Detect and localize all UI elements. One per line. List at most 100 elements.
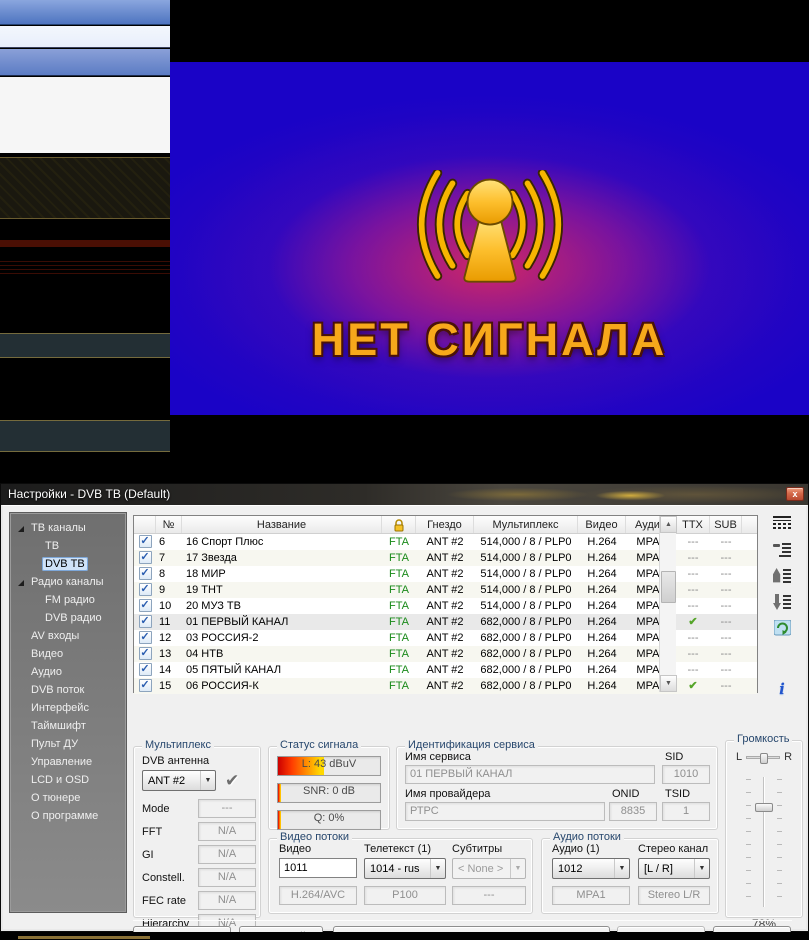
chevron-down-icon: ▼ xyxy=(430,859,445,878)
column-header xyxy=(134,516,156,533)
move-up-icon[interactable] xyxy=(769,568,795,588)
teletext-status: --- xyxy=(676,566,710,582)
channel-number: 7 xyxy=(156,550,182,566)
video-codec: H.264 xyxy=(578,614,626,630)
sidebar-item-интерфейс[interactable]: Интерфейс xyxy=(10,699,126,717)
mux-param-value: N/A xyxy=(198,822,256,841)
antenna-select[interactable]: ANT #2▼ xyxy=(142,770,216,791)
fta-status: FTA xyxy=(382,550,416,566)
channel-grid-icon[interactable] xyxy=(769,516,795,536)
fta-status: FTA xyxy=(382,630,416,646)
channel-checkbox[interactable]: ✓ xyxy=(134,598,156,614)
channel-checkbox[interactable]: ✓ xyxy=(134,614,156,630)
channel-name: 03 РОССИЯ-2 xyxy=(182,630,382,646)
dvb-antenna-label: DVB антенна xyxy=(142,755,260,767)
sidebar-item-аудио[interactable]: Аудио xyxy=(10,663,126,681)
sidebar-item-управление[interactable]: Управление xyxy=(10,753,126,771)
video-codec: H.264 xyxy=(578,566,626,582)
channel-name: 16 Спорт Плюс xyxy=(182,534,382,550)
teletext-select[interactable]: 1014 - rus▼ xyxy=(364,858,446,879)
channel-checkbox[interactable]: ✓ xyxy=(134,646,156,662)
sidebar-item-lcd-и-osd[interactable]: LCD и OSD xyxy=(10,771,126,789)
dialog-body: ТВ каналыТВDVB ТВРадио каналыFM радиоDVB… xyxy=(1,505,808,931)
multiplex-info: 514,000 / 8 / PLP0 xyxy=(474,550,578,566)
audio-streams-title: Аудио потоки xyxy=(550,831,624,843)
signal-level-text: L: 43 dBuV xyxy=(278,758,380,770)
channel-number: 10 xyxy=(156,598,182,614)
scroll-down-button[interactable]: ▼ xyxy=(660,675,677,692)
divider xyxy=(133,920,792,921)
mux-param-value: N/A xyxy=(198,891,256,910)
sidebar-item-dvb-тв[interactable]: DVB ТВ xyxy=(10,555,126,573)
channel-name: 04 НТВ xyxy=(182,646,382,662)
sidebar-item-о-тюнере[interactable]: О тюнере xyxy=(10,789,126,807)
channel-checkbox[interactable]: ✓ xyxy=(134,566,156,582)
audio-streams-groupbox: Аудио потоки Аудио (1) Стерео канал 1012… xyxy=(541,838,719,914)
no-signal-text: НЕТ СИГНАЛА xyxy=(170,314,809,366)
remove-from-list-icon[interactable] xyxy=(769,542,795,562)
sidebar-item-о-программе[interactable]: О программе xyxy=(10,807,126,825)
video-pid-input[interactable]: 1011 xyxy=(279,858,357,878)
move-down-icon[interactable] xyxy=(769,594,795,614)
multiplex-info: 682,000 / 8 / PLP0 xyxy=(474,630,578,646)
sidebar-item-dvb-радио[interactable]: DVB радио xyxy=(10,609,126,627)
mux-param-value: N/A xyxy=(198,868,256,887)
dialog-titlebar[interactable]: Настройки - DVB ТВ (Default) x xyxy=(1,484,808,505)
channel-checkbox[interactable]: ✓ xyxy=(134,678,156,694)
channel-checkbox[interactable]: ✓ xyxy=(134,630,156,646)
dialog-title: Настройки - DVB ТВ (Default) xyxy=(8,487,170,501)
info-icon[interactable]: i xyxy=(769,680,795,700)
sidebar-item-dvb-поток[interactable]: DVB поток xyxy=(10,681,126,699)
sidebar-item-радио-каналы[interactable]: Радио каналы xyxy=(10,573,126,591)
channel-name: 18 МИР xyxy=(182,566,382,582)
subtitle-status: --- xyxy=(710,550,742,566)
channel-name: 06 РОССИЯ-К xyxy=(182,678,382,694)
channel-number: 15 xyxy=(156,678,182,694)
stereo-select[interactable]: [L / R]▼ xyxy=(638,858,710,879)
sid-field: 1010 xyxy=(662,765,710,784)
scroll-up-button[interactable]: ▲ xyxy=(660,516,677,533)
subtitles-select[interactable]: < None >▼ xyxy=(452,858,526,879)
expand-triangle-icon[interactable] xyxy=(18,526,24,532)
tsid-field: 1 xyxy=(662,802,710,821)
sidebar-item-тв[interactable]: ТВ xyxy=(10,537,126,555)
sidebar-item-пульт-ду[interactable]: Пульт ДУ xyxy=(10,735,126,753)
apply-antenna-icon[interactable]: ✔ xyxy=(225,771,239,791)
sidebar-item-fm-радио[interactable]: FM радио xyxy=(10,591,126,609)
chevron-down-icon: ▼ xyxy=(614,859,629,878)
subtitle-status: --- xyxy=(710,598,742,614)
sidebar-item-таймшифт[interactable]: Таймшифт xyxy=(10,717,126,735)
background-band xyxy=(0,240,170,247)
channel-checkbox[interactable]: ✓ xyxy=(134,662,156,678)
channel-checkbox[interactable]: ✓ xyxy=(134,550,156,566)
channel-name: 01 ПЕРВЫЙ КАНАЛ xyxy=(182,614,382,630)
volume-thumb[interactable] xyxy=(755,803,773,812)
quality-text: Q: 0% xyxy=(278,812,380,824)
video-codec: H.264 xyxy=(578,630,626,646)
scrollbar-thumb[interactable] xyxy=(661,571,676,603)
expand-triangle-icon[interactable] xyxy=(18,580,24,586)
subtitle-status: --- xyxy=(710,630,742,646)
volume-slider[interactable] xyxy=(744,777,784,907)
channel-name: 05 ПЯТЫЙ КАНАЛ xyxy=(182,662,382,678)
balance-slider[interactable] xyxy=(746,756,780,759)
background-band xyxy=(0,258,170,276)
audio-pid-select[interactable]: 1012▼ xyxy=(552,858,630,879)
sidebar-item-видео[interactable]: Видео xyxy=(10,645,126,663)
mux-param-mode: Mode--- xyxy=(142,799,260,818)
background-window-fragments xyxy=(0,0,170,483)
sidebar-item-av-входы[interactable]: AV входы xyxy=(10,627,126,645)
multiplex-info: 682,000 / 8 / PLP0 xyxy=(474,614,578,630)
balance-thumb[interactable] xyxy=(760,753,768,764)
video-codec: H.264 xyxy=(578,582,626,598)
teletext-status: --- xyxy=(676,662,710,678)
channel-checkbox[interactable]: ✓ xyxy=(134,534,156,550)
sid-label: SID xyxy=(665,751,683,763)
antenna-socket: ANT #2 xyxy=(416,582,474,598)
close-button[interactable]: x xyxy=(786,487,804,501)
taskbar-strip xyxy=(0,932,809,940)
refresh-list-icon[interactable] xyxy=(769,620,795,640)
sidebar-item-тв-каналы[interactable]: ТВ каналы xyxy=(10,519,126,537)
channel-checkbox[interactable]: ✓ xyxy=(134,582,156,598)
table-scrollbar[interactable]: ▲ ▼ xyxy=(659,516,676,692)
